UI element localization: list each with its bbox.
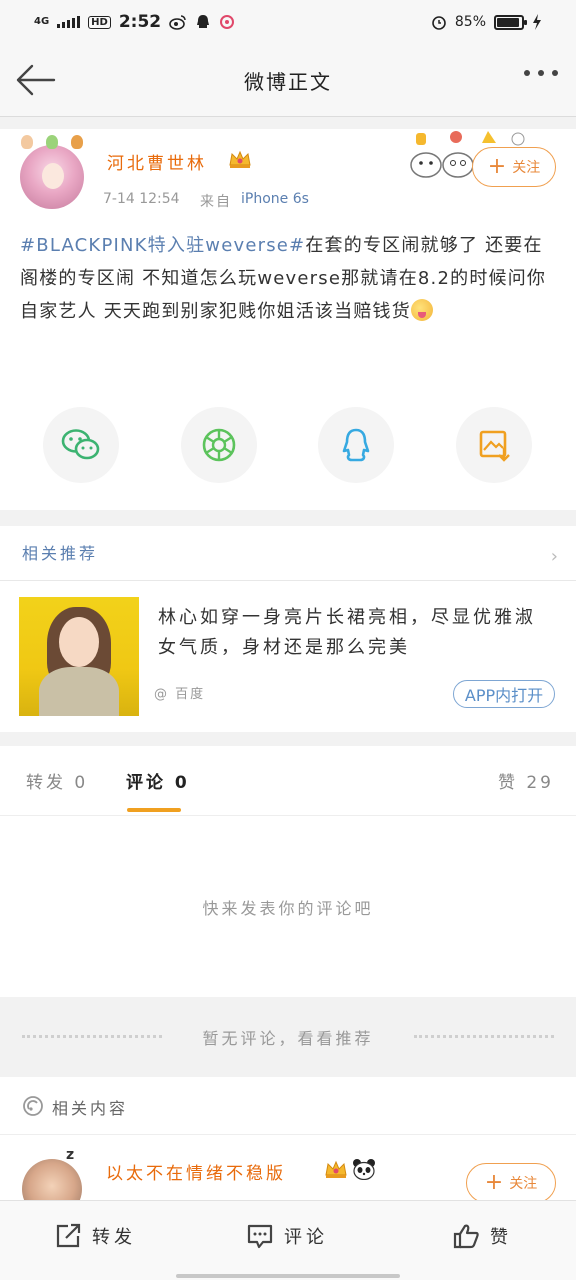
- related-username[interactable]: 以太不在情绪不稳版: [106, 1159, 286, 1184]
- alarm-icon: [432, 16, 446, 30]
- qq-notification-icon: [197, 15, 210, 28]
- sleep-badge-icon: z: [66, 1147, 75, 1163]
- follow-button[interactable]: + 关注: [472, 147, 556, 187]
- post-device: iPhone 6s: [241, 191, 309, 207]
- post-source-label: 来自: [200, 194, 232, 210]
- follow-label: 关注: [512, 160, 541, 176]
- charging-icon: [533, 14, 541, 30]
- divider: [0, 732, 576, 746]
- comment-button[interactable]: 评论: [246, 1223, 328, 1249]
- clock: 2:52: [118, 12, 162, 32]
- wechat-icon: [61, 429, 100, 460]
- share-moments-button[interactable]: [181, 407, 257, 483]
- weibo-post: 河北曹世林 7-14 12:54 来自 iPhone 6s + 关注 #BLAC…: [0, 129, 576, 510]
- plus-icon: +: [487, 154, 507, 179]
- like-button[interactable]: 赞: [452, 1223, 512, 1249]
- no-comments-banner: 暂无评论，看看推荐: [0, 997, 576, 1077]
- battery-percent: 85%: [454, 14, 486, 30]
- top-nav-bar: 微博正文: [0, 44, 576, 117]
- plus-icon: +: [484, 1170, 504, 1195]
- related-follow-label: 关注: [509, 1176, 538, 1192]
- related-user-row: z 以太不在情绪不稳版 + 关注: [0, 1135, 576, 1200]
- weibo-notification-icon: [169, 15, 186, 30]
- recommendation-title: 相关推荐: [22, 544, 99, 563]
- more-options-button[interactable]: [524, 70, 558, 76]
- related-follow-button[interactable]: + 关注: [466, 1163, 556, 1200]
- vip-crown-icon: [229, 150, 251, 168]
- tab-comments[interactable]: 评论 0: [126, 768, 190, 793]
- repost-icon: [56, 1223, 81, 1248]
- post-timestamp: 7-14 12:54: [103, 191, 180, 207]
- related-content-icon: [23, 1096, 43, 1116]
- battery-icon: [494, 14, 527, 30]
- empty-comment-prompt[interactable]: 快来发表你的评论吧: [0, 895, 576, 919]
- comment-icon: [247, 1224, 273, 1249]
- thumbs-up-icon: [453, 1224, 479, 1249]
- tab-reposts[interactable]: 转发 0: [26, 768, 88, 793]
- page-title: 微博正文: [244, 70, 332, 94]
- home-indicator[interactable]: [176, 1274, 400, 1278]
- vip-crown-icon: [325, 1160, 347, 1178]
- recommendation-header[interactable]: 相关推荐 ›: [0, 526, 576, 581]
- comment-label: 评论: [284, 1227, 328, 1248]
- repost-button[interactable]: 转发: [54, 1223, 136, 1249]
- qq-icon: [342, 428, 370, 462]
- dotted-divider: [414, 1035, 554, 1038]
- moments-icon: [202, 428, 236, 462]
- like-label: 赞: [490, 1227, 512, 1248]
- bottom-action-bar: 转发 评论 赞: [0, 1200, 576, 1280]
- related-content-title: 相关内容: [52, 1099, 129, 1118]
- share-wechat-button[interactable]: [43, 407, 119, 483]
- related-content-header: 相关内容: [0, 1077, 576, 1135]
- active-tab-indicator: [127, 808, 181, 812]
- share-row: [0, 407, 576, 485]
- share-qq-button[interactable]: [318, 407, 394, 483]
- save-image-icon: [479, 430, 510, 462]
- smirk-emoji-icon: [410, 299, 433, 321]
- hd-badge: HD: [88, 15, 111, 29]
- open-in-app-button[interactable]: APP内打开: [453, 680, 555, 708]
- comments-empty-state: 快来发表你的评论吧: [0, 817, 576, 997]
- status-bar: 4G HD 2:52 85%: [0, 0, 576, 44]
- topic-link[interactable]: #BLACKPINK特入驻weverse#: [20, 235, 305, 256]
- tab-likes[interactable]: 赞 29: [498, 768, 554, 793]
- post-body: #BLACKPINK特入驻weverse#在套的专区闹就够了 还要在阁楼的专区闹…: [20, 229, 560, 328]
- post-tabs: 转发 0 评论 0 赞 29: [0, 746, 576, 816]
- user-avatar[interactable]: [20, 135, 84, 209]
- recommendation-card[interactable]: 林心如穿一身亮片长裙亮相，尽显优雅淑女气质，身材还是那么完美 @ 百度 APP内…: [0, 581, 576, 732]
- avatar-frame-decoration: [14, 135, 90, 157]
- network-type: 4G: [34, 16, 50, 27]
- panda-icon: [353, 1159, 375, 1180]
- recommendation-thumbnail: [19, 597, 139, 716]
- username[interactable]: 河北曹世林: [107, 149, 207, 174]
- recommendation-text: 林心如穿一身亮片长裙亮相，尽显优雅淑女气质，身材还是那么完美: [158, 607, 536, 658]
- save-image-button[interactable]: [456, 407, 532, 483]
- divider: [0, 117, 576, 129]
- related-user-avatar[interactable]: [22, 1159, 82, 1200]
- divider: [0, 510, 576, 526]
- chevron-right-icon: ›: [550, 546, 558, 567]
- repost-label: 转发: [92, 1227, 136, 1248]
- app-notification-icon: [220, 15, 235, 29]
- recommendation-source: @ 百度: [154, 687, 206, 702]
- signal-icon: [57, 16, 81, 28]
